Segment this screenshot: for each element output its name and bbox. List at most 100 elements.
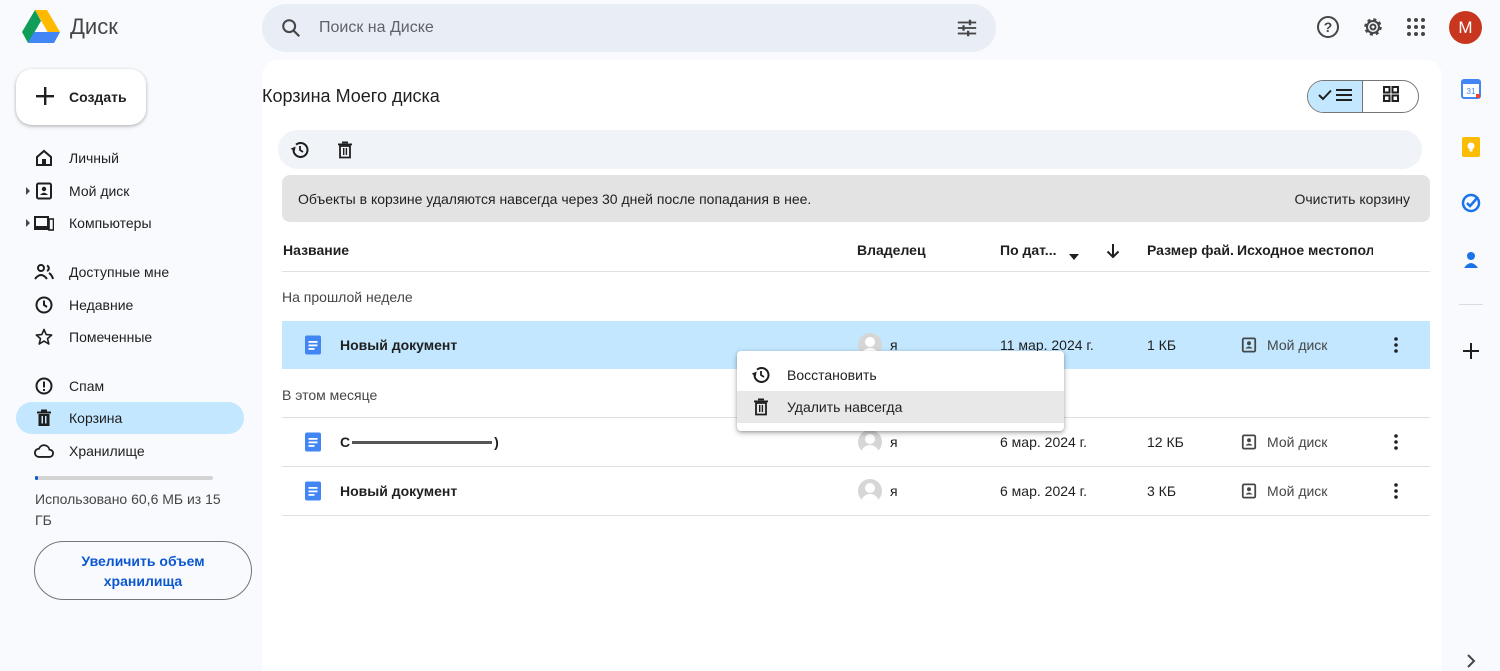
file-name-suffix: ) bbox=[494, 434, 499, 450]
trash-info-banner: Объекты в корзине удаляются навсегда чер… bbox=[282, 175, 1430, 222]
file-location[interactable]: Мой диск bbox=[1267, 321, 1327, 369]
menu-item-label: Удалить навсегда bbox=[787, 399, 903, 415]
file-name-prefix: С bbox=[340, 434, 351, 450]
redacted-text bbox=[352, 440, 493, 444]
file-date: 6 мар. 2024 г. bbox=[1000, 483, 1087, 499]
owner-avatar-icon bbox=[858, 467, 882, 515]
my-drive-icon bbox=[1241, 418, 1257, 466]
restore-history-icon[interactable] bbox=[289, 139, 311, 161]
file-name: Новый документ bbox=[340, 483, 458, 499]
delete-forever-icon[interactable] bbox=[334, 139, 356, 161]
search-input[interactable]: Поиск на Диске bbox=[319, 19, 434, 37]
account-avatar[interactable]: M bbox=[1449, 11, 1482, 44]
shared-people-icon bbox=[34, 262, 54, 282]
trash-icon bbox=[34, 408, 54, 428]
group-label-this-month: В этом месяце bbox=[282, 387, 378, 403]
sidebar-item-my-drive[interactable]: Мой диск bbox=[16, 175, 244, 207]
file-size: 12 КБ bbox=[1147, 434, 1184, 450]
column-header-location[interactable]: Исходное местопол bbox=[1237, 242, 1373, 258]
computers-icon bbox=[34, 213, 54, 233]
tasks-icon[interactable] bbox=[1460, 192, 1482, 214]
column-header-owner[interactable]: Владелец bbox=[857, 242, 926, 258]
sidebar-item-label: Личный bbox=[69, 150, 119, 166]
sort-dropdown-icon[interactable] bbox=[1068, 248, 1080, 266]
column-header-size[interactable]: Размер фай. bbox=[1147, 242, 1233, 258]
sort-direction-arrow-icon[interactable] bbox=[1106, 243, 1120, 264]
sidebar-item-label: Мой диск bbox=[69, 183, 130, 199]
google-doc-icon bbox=[304, 418, 322, 466]
spam-icon bbox=[34, 376, 54, 396]
list-view-button[interactable] bbox=[1308, 81, 1364, 112]
sidebar-item-starred[interactable]: Помеченные bbox=[16, 321, 244, 353]
grid-view-icon bbox=[1382, 86, 1399, 107]
app-title: Диск bbox=[70, 14, 118, 39]
keep-notes-icon[interactable] bbox=[1460, 136, 1482, 158]
context-menu: Восстановить Удалить навсегда bbox=[737, 351, 1064, 431]
rail-divider bbox=[1459, 304, 1483, 305]
apps-grid-icon[interactable] bbox=[1403, 14, 1429, 40]
help-icon[interactable]: ? bbox=[1315, 14, 1341, 40]
sidebar-item-spam[interactable]: Спам bbox=[16, 370, 244, 402]
clock-icon bbox=[34, 295, 54, 315]
row-divider bbox=[282, 515, 1430, 516]
menu-item-restore[interactable]: Восстановить bbox=[737, 359, 1064, 391]
file-location[interactable]: Мой диск bbox=[1267, 467, 1327, 515]
sidebar-item-trash[interactable]: Корзина bbox=[16, 402, 244, 434]
view-toggle[interactable] bbox=[1307, 80, 1419, 113]
drive-logo[interactable]: Диск bbox=[22, 10, 118, 44]
sidebar-item-computers[interactable]: Компьютеры bbox=[16, 207, 244, 239]
delete-forever-icon bbox=[751, 397, 771, 417]
expand-caret-icon[interactable] bbox=[26, 187, 30, 195]
google-doc-icon bbox=[304, 321, 322, 369]
grid-view-button[interactable] bbox=[1363, 81, 1418, 112]
sidebar-item-personal[interactable]: Личный bbox=[16, 142, 244, 174]
sidebar-item-shared[interactable]: Доступные мне bbox=[16, 256, 244, 288]
add-addon-plus-icon[interactable] bbox=[1460, 340, 1482, 362]
calendar-icon[interactable]: 31 bbox=[1460, 78, 1482, 100]
search-bar[interactable]: Поиск на Диске bbox=[262, 4, 996, 52]
file-name: С) bbox=[340, 418, 499, 466]
menu-item-label: Восстановить bbox=[787, 367, 877, 383]
selection-action-bar bbox=[278, 130, 1422, 169]
sidebar-item-recent[interactable]: Недавние bbox=[16, 289, 244, 321]
file-size: 1 КБ bbox=[1147, 337, 1177, 353]
contacts-icon[interactable] bbox=[1460, 249, 1482, 271]
more-actions-icon[interactable] bbox=[1394, 418, 1398, 466]
expand-caret-icon[interactable] bbox=[26, 219, 30, 227]
file-location[interactable]: Мой диск bbox=[1267, 418, 1327, 466]
sidebar-item-label: Хранилище bbox=[69, 443, 145, 459]
column-header-name[interactable]: Название bbox=[283, 242, 349, 258]
sidebar-item-label: Недавние bbox=[69, 297, 134, 313]
page-title: Корзина Моего диска bbox=[262, 86, 440, 106]
empty-trash-button[interactable]: Очистить корзину bbox=[1295, 191, 1411, 207]
my-drive-icon bbox=[1241, 321, 1257, 369]
sidebar-item-label: Спам bbox=[69, 378, 105, 394]
settings-gear-icon[interactable] bbox=[1360, 14, 1386, 40]
restore-history-icon bbox=[751, 365, 771, 385]
svg-text:?: ? bbox=[1324, 19, 1333, 35]
column-header-date[interactable]: По дат... bbox=[1000, 242, 1062, 258]
table-row[interactable]: Новый документ я 6 мар. 2024 г. 3 КБ Мой… bbox=[282, 467, 1430, 515]
file-name: Новый документ bbox=[340, 337, 458, 353]
my-drive-icon bbox=[34, 181, 54, 201]
checkmark-icon bbox=[1318, 88, 1332, 106]
trash-info-text: Объекты в корзине удаляются навсегда чер… bbox=[298, 190, 812, 207]
drive-logo-icon bbox=[22, 10, 60, 43]
create-button[interactable]: Создать bbox=[16, 69, 146, 125]
google-doc-icon bbox=[304, 467, 322, 515]
cloud-icon bbox=[34, 441, 54, 461]
group-label-last-week: На прошлой неделе bbox=[282, 289, 413, 305]
plus-icon bbox=[34, 85, 56, 112]
file-size: 3 КБ bbox=[1147, 483, 1177, 499]
header-divider bbox=[282, 271, 1430, 272]
more-actions-icon[interactable] bbox=[1394, 321, 1398, 369]
list-view-icon bbox=[1336, 88, 1352, 106]
upgrade-storage-button[interactable]: Увеличить объем хранилища bbox=[34, 541, 252, 600]
menu-item-delete-forever[interactable]: Удалить навсегда bbox=[737, 391, 1064, 423]
svg-text:31: 31 bbox=[1467, 87, 1476, 96]
sidebar-item-storage[interactable]: Хранилище bbox=[16, 435, 244, 467]
chevron-right-icon[interactable] bbox=[1460, 650, 1482, 671]
search-filter-icon[interactable] bbox=[956, 17, 978, 44]
more-actions-icon[interactable] bbox=[1394, 467, 1398, 515]
search-icon[interactable] bbox=[280, 17, 302, 44]
